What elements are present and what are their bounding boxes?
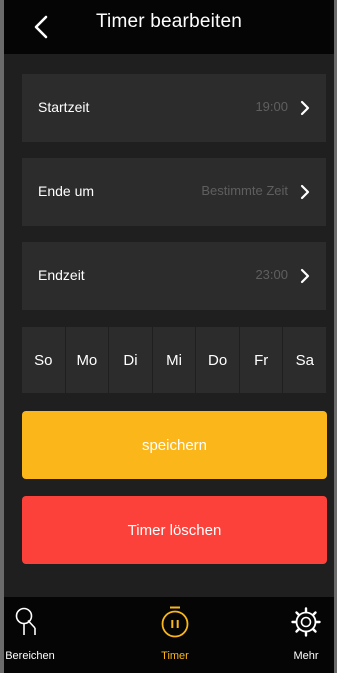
weekday-toggle-wednesday[interactable]: Mi	[151, 327, 196, 393]
setting-label: Ende um	[38, 183, 95, 199]
app-screen: Timer bearbeiten Startzeit 19:00 Ende um…	[4, 0, 334, 673]
tab-timer[interactable]: Timer	[135, 597, 215, 673]
areas-icon	[15, 607, 36, 635]
timer-icon	[161, 606, 189, 638]
setting-value: 23:00	[255, 267, 288, 282]
chevron-right-icon	[300, 100, 310, 116]
setting-label: Startzeit	[38, 99, 90, 115]
weekday-toggle-saturday[interactable]: Sa	[282, 327, 327, 393]
tab-areas[interactable]: Bereichen	[4, 597, 70, 673]
weekday-toggle-tuesday[interactable]: Di	[108, 327, 152, 393]
setting-row-end-time[interactable]: Endzeit 23:00	[22, 242, 326, 310]
gear-icon	[291, 607, 321, 637]
weekday-toggle-friday[interactable]: Fr	[238, 327, 283, 393]
chevron-right-icon	[300, 268, 310, 284]
tab-label: Bereichen	[5, 650, 55, 662]
setting-value: 19:00	[255, 99, 288, 114]
weekday-toggle-thursday[interactable]: Do	[195, 327, 239, 393]
chevron-right-icon	[300, 184, 310, 200]
delete-timer-button[interactable]: Timer löschen	[22, 496, 327, 564]
save-button[interactable]: speichern	[22, 411, 327, 479]
page-title: Timer bearbeiten	[95, 11, 243, 32]
tab-label: Timer	[161, 650, 189, 662]
weekday-toggle-monday[interactable]: Mo	[64, 327, 109, 393]
setting-row-start-time[interactable]: Startzeit 19:00	[22, 74, 326, 142]
setting-row-end-mode[interactable]: Ende um Bestimmte Zeit	[22, 158, 326, 226]
weekday-toggle-sunday[interactable]: So	[22, 327, 65, 393]
header-bar: Timer bearbeiten	[4, 0, 334, 54]
weekday-selector: So Mo Di Mi Do Fr Sa	[22, 327, 327, 393]
tab-bar: Bereichen Timer Mehr	[4, 597, 334, 673]
tab-label: Mehr	[293, 650, 319, 662]
tab-more[interactable]: Mehr	[266, 597, 334, 673]
setting-label: Endzeit	[38, 267, 85, 283]
setting-value: Bestimmte Zeit	[201, 183, 288, 198]
